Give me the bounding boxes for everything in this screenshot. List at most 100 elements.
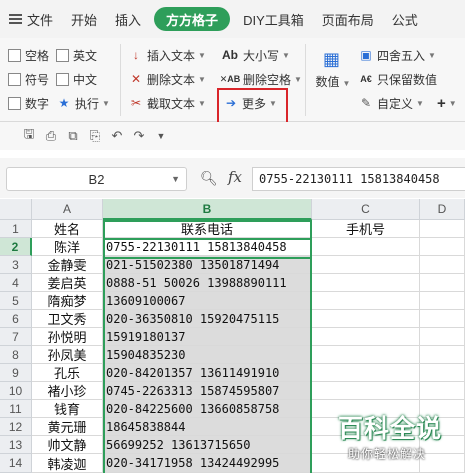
- header-cell-mobile[interactable]: 手机号: [312, 220, 420, 238]
- phone-cell[interactable]: 021-51502380 13501871494: [103, 256, 312, 274]
- table-cell[interactable]: [420, 364, 465, 382]
- row-header[interactable]: 9: [0, 364, 32, 382]
- mobile-cell[interactable]: [312, 382, 420, 400]
- mobile-cell[interactable]: [312, 346, 420, 364]
- phone-cell[interactable]: 13609100067: [103, 292, 312, 310]
- header-cell-phone[interactable]: 联系电话: [103, 220, 312, 238]
- tab-formulas[interactable]: 公式: [383, 7, 427, 31]
- mobile-cell[interactable]: [312, 328, 420, 346]
- mobile-cell[interactable]: [312, 256, 420, 274]
- delete-text-button[interactable]: ✕ 删除文本 ▼: [128, 70, 206, 88]
- tab-page-layout[interactable]: 页面布局: [313, 7, 383, 31]
- table-cell[interactable]: [420, 220, 465, 238]
- name-box[interactable]: B2 ▼: [6, 167, 187, 191]
- col-header-c[interactable]: C: [312, 199, 420, 220]
- col-header-a[interactable]: A: [32, 199, 103, 220]
- round-button[interactable]: ▣ 四舍五入 ▼: [358, 46, 436, 64]
- name-cell[interactable]: 孙悦明: [32, 328, 103, 346]
- zoom-icon[interactable]: 🔍︎: [200, 170, 218, 187]
- row-header[interactable]: 12: [0, 418, 32, 436]
- name-cell[interactable]: 韩凌迦: [32, 454, 103, 473]
- name-cell[interactable]: 黄元珊: [32, 418, 103, 436]
- phone-cell[interactable]: 15904835230: [103, 346, 312, 364]
- mobile-cell[interactable]: [312, 310, 420, 328]
- case-button[interactable]: Ab 大小写 ▼: [220, 46, 290, 64]
- table-cell[interactable]: [420, 310, 465, 328]
- table-cell[interactable]: [420, 274, 465, 292]
- col-header-d[interactable]: D: [420, 199, 465, 220]
- redo-icon[interactable]: ↷: [128, 127, 150, 145]
- undo-icon[interactable]: ↶: [106, 127, 128, 145]
- insert-text-button[interactable]: ↓ 插入文本 ▼: [128, 46, 206, 64]
- row-header[interactable]: 6: [0, 310, 32, 328]
- tab-insert[interactable]: 插入: [106, 7, 150, 31]
- extract-text-button[interactable]: ✂ 截取文本 ▼: [128, 94, 206, 112]
- row-header[interactable]: 14: [0, 454, 32, 473]
- name-cell[interactable]: 帅文静: [32, 436, 103, 454]
- checkbox-english[interactable]: 英文: [56, 46, 97, 64]
- table-cell[interactable]: [420, 292, 465, 310]
- tab-home[interactable]: 开始: [62, 7, 106, 31]
- delete-space-button[interactable]: ✕AB 删除空格 ▼: [220, 70, 302, 88]
- phone-cell[interactable]: 020-34171958 13424492995: [103, 454, 312, 473]
- phone-cell[interactable]: 020-36350810 15920475115: [103, 310, 312, 328]
- phone-cell[interactable]: 0755-22130111 15813840458: [103, 238, 312, 256]
- row-header[interactable]: 4: [0, 274, 32, 292]
- phone-cell[interactable]: 15919180137: [103, 328, 312, 346]
- name-cell[interactable]: 金静雯: [32, 256, 103, 274]
- row-header[interactable]: 13: [0, 436, 32, 454]
- phone-cell[interactable]: 56699252 13613715650: [103, 436, 312, 454]
- save-icon[interactable]: 🖫: [18, 126, 40, 145]
- tab-diy-toolbox[interactable]: DIY工具箱: [234, 7, 313, 31]
- mobile-cell[interactable]: [312, 292, 420, 310]
- checkbox-chinese[interactable]: 中文: [56, 70, 97, 88]
- export-icon[interactable]: ⎘: [84, 127, 106, 145]
- checkbox-space[interactable]: 空格: [8, 46, 49, 64]
- tab-fangfang[interactable]: 方方格子: [154, 7, 231, 31]
- name-cell[interactable]: 陈洋: [32, 238, 103, 256]
- formula-input[interactable]: 0755-22130111 15813840458: [252, 167, 465, 191]
- mobile-cell[interactable]: [312, 364, 420, 382]
- row-header[interactable]: 3: [0, 256, 32, 274]
- row-header[interactable]: 10: [0, 382, 32, 400]
- select-all-corner[interactable]: [0, 199, 32, 220]
- table-cell[interactable]: [420, 382, 465, 400]
- row-header[interactable]: 5: [0, 292, 32, 310]
- print-icon[interactable]: ⎙: [40, 127, 62, 145]
- name-cell[interactable]: 姜启英: [32, 274, 103, 292]
- table-cell[interactable]: [420, 256, 465, 274]
- phone-cell[interactable]: 0888-51 50026 13988890111: [103, 274, 312, 292]
- keep-values-button[interactable]: A€ 只保留数值: [358, 70, 437, 88]
- name-cell[interactable]: 卫文秀: [32, 310, 103, 328]
- numeric-button[interactable]: ▦ 数值 ▼: [314, 44, 352, 92]
- custom-button[interactable]: ✎ 自定义 ▼: [358, 94, 424, 112]
- file-menu[interactable]: 文件: [0, 7, 62, 31]
- phone-cell[interactable]: 0745-2263313 15874595807: [103, 382, 312, 400]
- phone-cell[interactable]: 020-84225600 13660858758: [103, 400, 312, 418]
- row-header[interactable]: 7: [0, 328, 32, 346]
- row-header[interactable]: 2: [0, 238, 32, 256]
- name-cell[interactable]: 褚小珍: [32, 382, 103, 400]
- phone-cell[interactable]: 18645838844: [103, 418, 312, 436]
- name-cell[interactable]: 钱育: [32, 400, 103, 418]
- mobile-cell[interactable]: [312, 274, 420, 292]
- name-cell[interactable]: 孙凤美: [32, 346, 103, 364]
- checkbox-symbol[interactable]: 符号: [8, 70, 49, 88]
- mobile-cell[interactable]: [312, 238, 420, 256]
- checkbox-number[interactable]: 数字: [8, 94, 49, 112]
- row-header[interactable]: 1: [0, 220, 32, 238]
- fx-icon[interactable]: fx: [228, 168, 242, 186]
- col-header-b[interactable]: B: [103, 199, 312, 220]
- print-preview-icon[interactable]: ⧉: [62, 127, 84, 145]
- table-cell[interactable]: [420, 238, 465, 256]
- row-header[interactable]: 11: [0, 400, 32, 418]
- name-cell[interactable]: 隋痴梦: [32, 292, 103, 310]
- phone-cell[interactable]: 020-84201357 13611491910: [103, 364, 312, 382]
- table-cell[interactable]: [420, 328, 465, 346]
- plus-button[interactable]: + ▼: [437, 94, 457, 112]
- header-cell-name[interactable]: 姓名: [32, 220, 103, 238]
- chevron-down-icon[interactable]: ▼: [150, 127, 172, 145]
- name-cell[interactable]: 孔乐: [32, 364, 103, 382]
- table-cell[interactable]: [420, 346, 465, 364]
- execute-button[interactable]: ★ 执行 ▼: [56, 94, 110, 112]
